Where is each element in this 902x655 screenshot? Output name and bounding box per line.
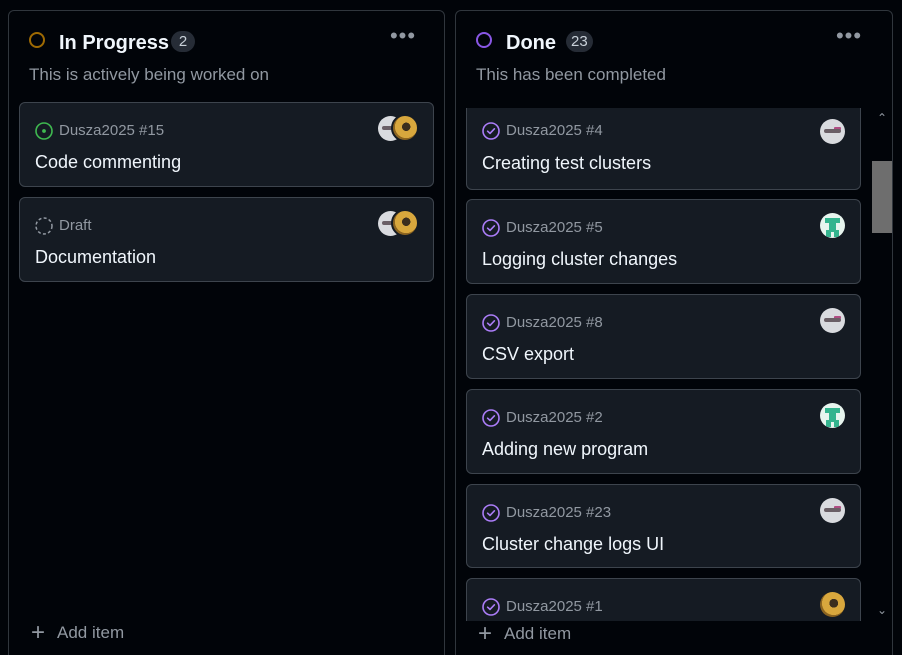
card-meta: Draft bbox=[35, 215, 92, 237]
card-reference[interactable]: Dusza2025 #1 bbox=[506, 597, 603, 617]
card-item[interactable]: Dusza2025 #2 Adding new program bbox=[466, 389, 861, 474]
column-done: Done 23 This has been completed ••• Dusz… bbox=[455, 10, 893, 655]
assignee-avatar[interactable] bbox=[820, 119, 845, 144]
card-meta: Dusza2025 #15 bbox=[35, 120, 164, 142]
scroll-down-icon[interactable]: ⌄ bbox=[875, 604, 889, 616]
assignee-avatar[interactable] bbox=[391, 209, 419, 237]
card-reference[interactable]: Dusza2025 #2 bbox=[506, 408, 603, 428]
card-item[interactable]: Dusza2025 #1 bbox=[466, 578, 861, 621]
scroll-up-icon[interactable]: ⌃ bbox=[875, 112, 889, 124]
card-meta: Dusza2025 #2 bbox=[482, 407, 603, 429]
scroll-thumb[interactable] bbox=[872, 161, 892, 233]
card-title[interactable]: CSV export bbox=[482, 343, 574, 365]
column-title: In Progress bbox=[59, 32, 170, 54]
card-reference[interactable]: Dusza2025 #4 bbox=[506, 121, 603, 141]
card-meta: Dusza2025 #5 bbox=[482, 217, 603, 239]
column-description: This is actively being worked on bbox=[29, 65, 270, 84]
scrollbar[interactable]: ⌃ ⌄ bbox=[872, 108, 892, 621]
card-item[interactable]: Dusza2025 #23 Cluster change logs UI bbox=[466, 484, 861, 568]
draft-icon bbox=[35, 217, 53, 235]
issue-closed-icon bbox=[482, 122, 500, 140]
column-count-badge: 23 bbox=[566, 31, 593, 52]
card-reference[interactable]: Dusza2025 #8 bbox=[506, 313, 603, 333]
add-item-button[interactable]: + Add item bbox=[31, 619, 125, 646]
more-options-icon[interactable]: ••• bbox=[834, 25, 864, 51]
column-in-progress: In Progress 2 This is actively being wor… bbox=[8, 10, 445, 655]
card-title[interactable]: Creating test clusters bbox=[482, 152, 651, 174]
card-reference[interactable]: Dusza2025 #15 bbox=[59, 121, 164, 141]
card-title[interactable]: Code commenting bbox=[35, 151, 181, 173]
status-ring-icon bbox=[476, 32, 492, 48]
column-title: Done bbox=[506, 32, 556, 54]
project-board: In Progress 2 This is actively being wor… bbox=[0, 0, 902, 655]
assignee-avatar[interactable] bbox=[820, 403, 845, 428]
card-title[interactable]: Adding new program bbox=[482, 438, 648, 460]
card-reference: Draft bbox=[59, 217, 92, 234]
assignee-avatar[interactable] bbox=[820, 213, 845, 238]
assignee-avatar[interactable] bbox=[820, 592, 845, 617]
card-item[interactable]: Dusza2025 #15 Code commenting bbox=[19, 102, 434, 187]
add-item-label: Add item bbox=[57, 623, 125, 642]
card-item[interactable]: Dusza2025 #8 CSV export bbox=[466, 294, 861, 379]
issue-closed-icon bbox=[482, 314, 500, 332]
card-list[interactable]: Dusza2025 #4 Creating test clusters Dusz… bbox=[456, 108, 892, 621]
assignee-avatar[interactable] bbox=[391, 114, 419, 142]
plus-icon: + bbox=[478, 620, 493, 647]
card-title[interactable]: Documentation bbox=[35, 246, 156, 268]
issue-open-icon bbox=[35, 122, 53, 140]
issue-closed-icon bbox=[482, 598, 500, 616]
add-item-button[interactable]: + Add item bbox=[478, 620, 572, 647]
issue-closed-icon bbox=[482, 504, 500, 522]
column-header: Done 23 This has been completed ••• bbox=[456, 11, 892, 101]
card-meta: Dusza2025 #23 bbox=[482, 502, 611, 524]
card-title[interactable]: Logging cluster changes bbox=[482, 248, 677, 270]
column-description: This has been completed bbox=[476, 65, 666, 84]
status-ring-icon bbox=[29, 32, 45, 48]
card-title[interactable]: Cluster change logs UI bbox=[482, 533, 664, 555]
card-item[interactable]: Dusza2025 #4 Creating test clusters bbox=[466, 108, 861, 190]
assignee-avatar[interactable] bbox=[820, 498, 845, 523]
add-item-label: Add item bbox=[504, 624, 572, 643]
card-meta: Dusza2025 #1 bbox=[482, 596, 603, 618]
card-meta: Dusza2025 #8 bbox=[482, 312, 603, 334]
card-meta: Dusza2025 #4 bbox=[482, 120, 603, 142]
card-reference[interactable]: Dusza2025 #5 bbox=[506, 218, 603, 238]
column-count-badge: 2 bbox=[171, 31, 195, 52]
card-reference[interactable]: Dusza2025 #23 bbox=[506, 503, 611, 523]
issue-closed-icon bbox=[482, 219, 500, 237]
assignee-avatar[interactable] bbox=[820, 308, 845, 333]
card-item[interactable]: Dusza2025 #5 Logging cluster changes bbox=[466, 199, 861, 284]
more-options-icon[interactable]: ••• bbox=[388, 25, 418, 51]
card-item[interactable]: Draft Documentation bbox=[19, 197, 434, 282]
plus-icon: + bbox=[31, 619, 46, 646]
column-header: In Progress 2 This is actively being wor… bbox=[9, 11, 444, 101]
issue-closed-icon bbox=[482, 409, 500, 427]
